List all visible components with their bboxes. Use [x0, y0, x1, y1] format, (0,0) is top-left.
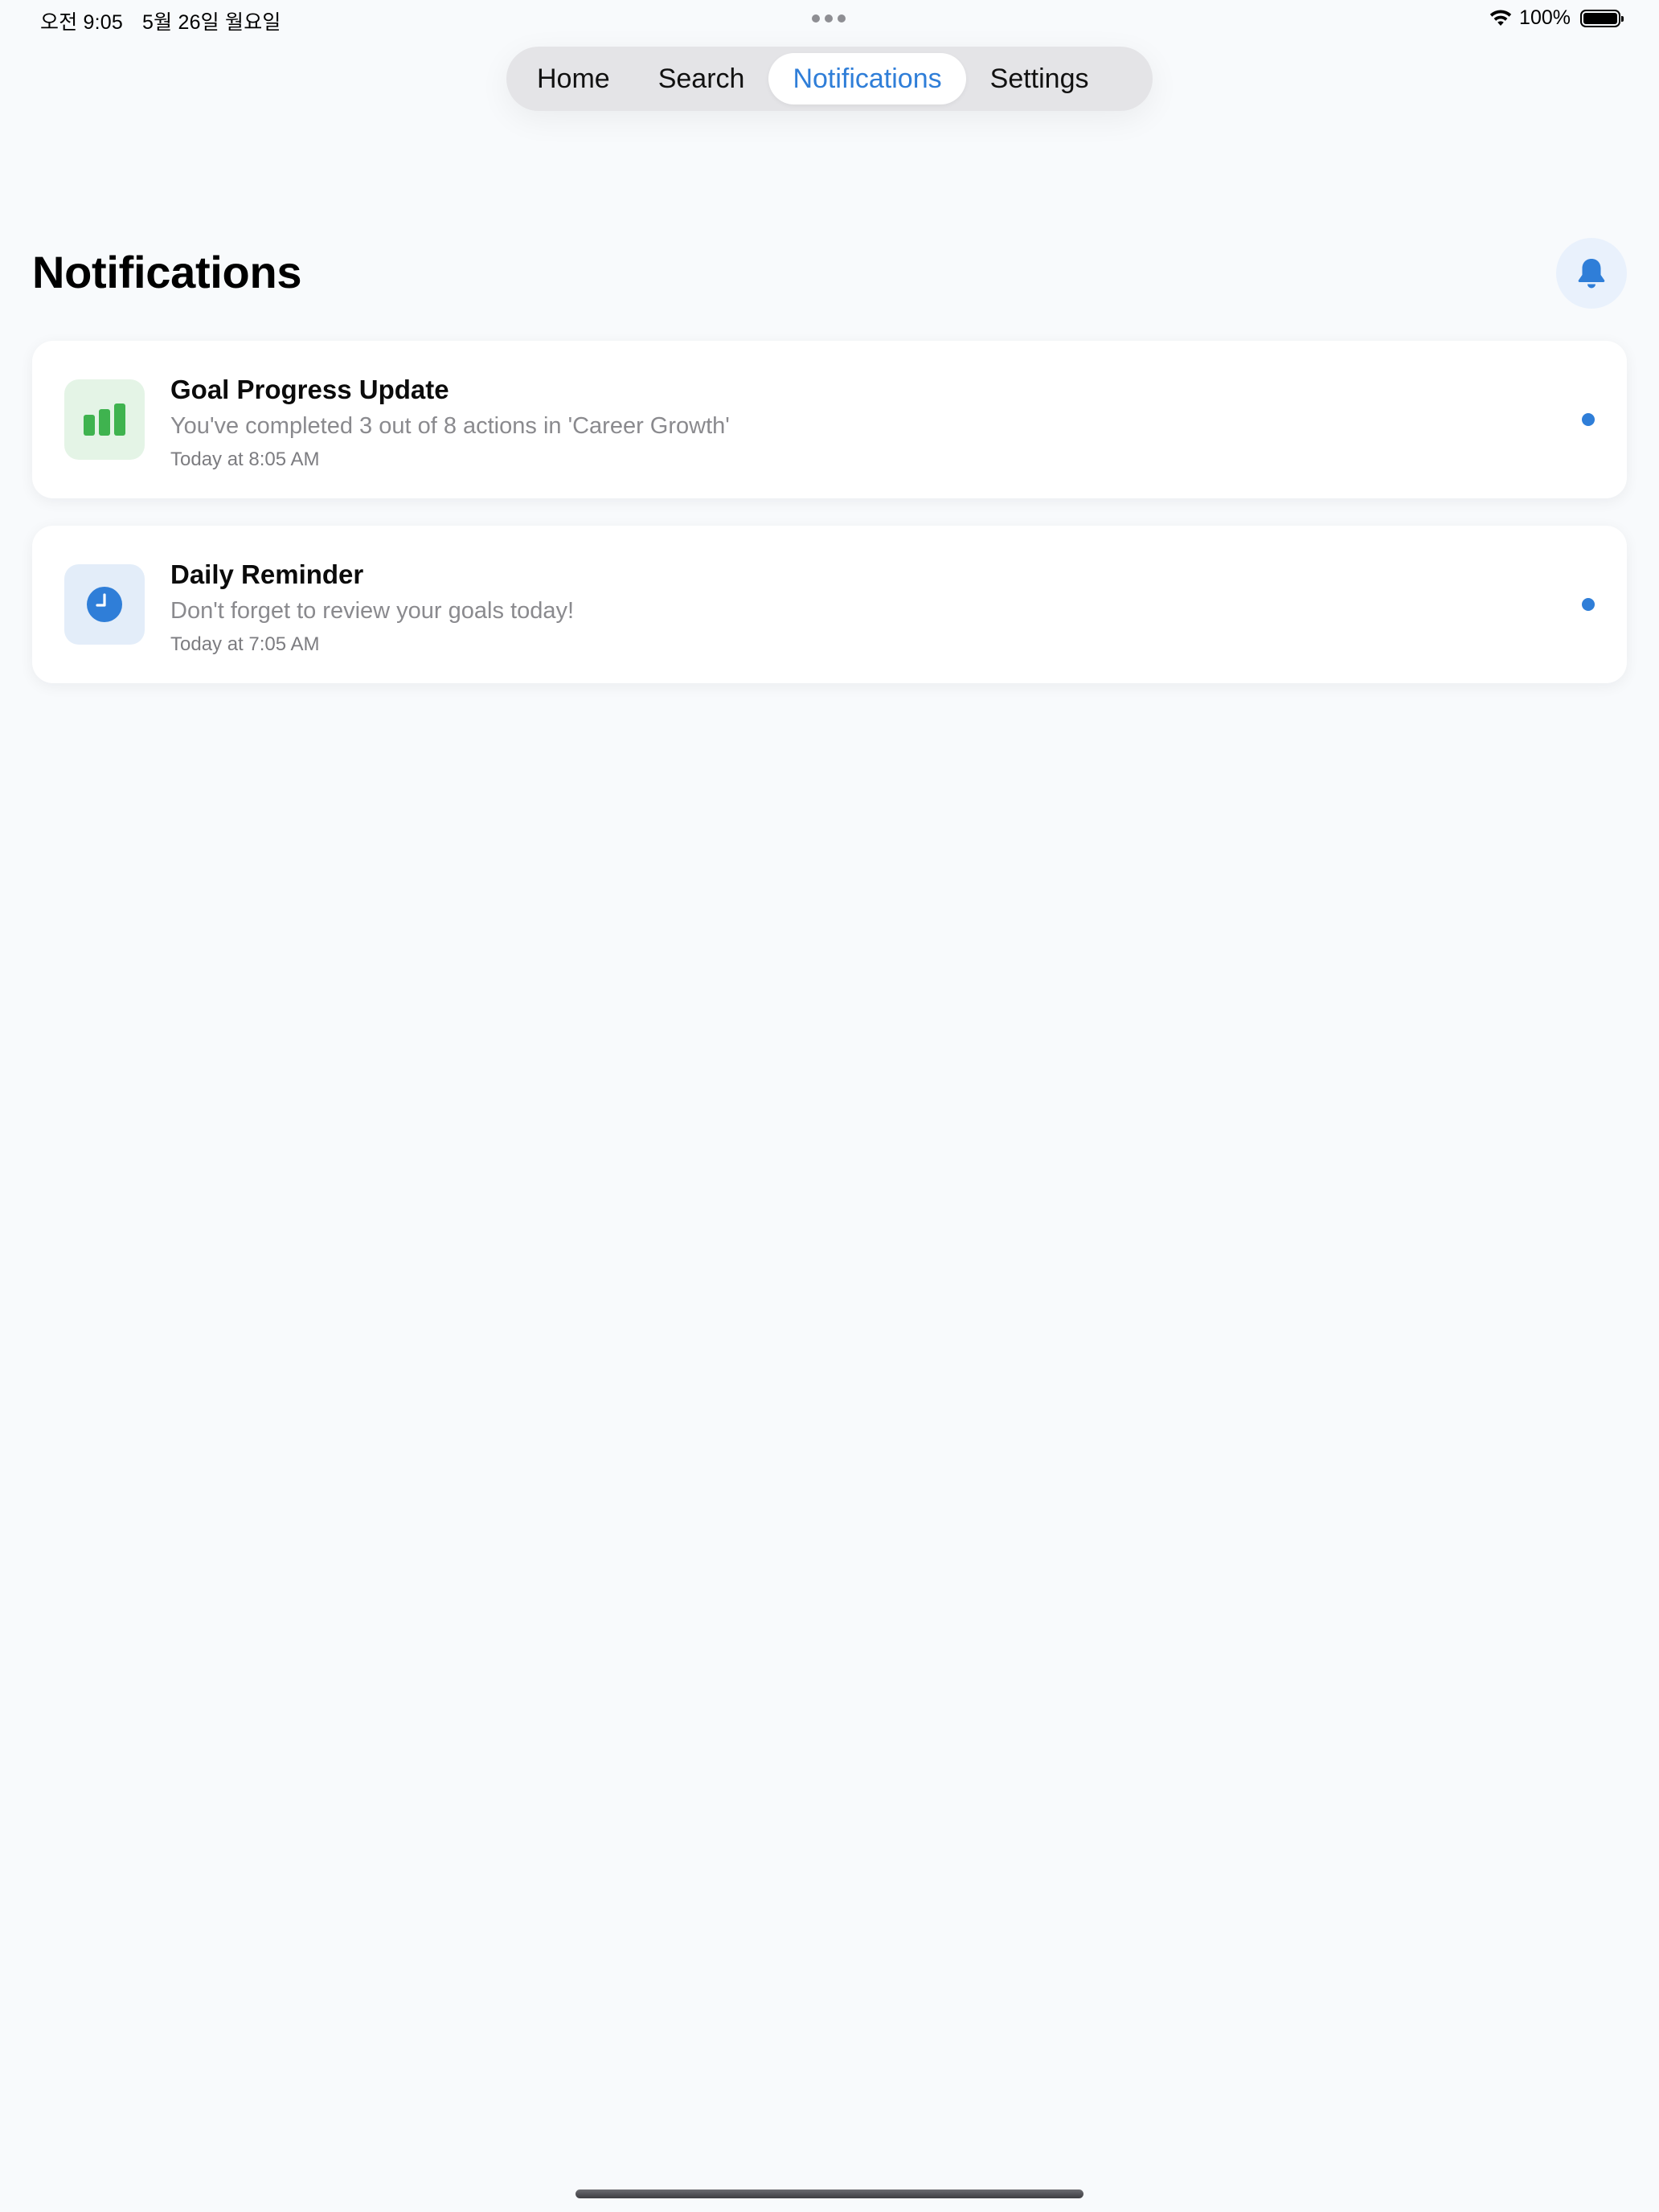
tab-search[interactable]: Search — [634, 53, 769, 104]
status-bar: 오전 9:05 5월 26일 월요일 100% — [0, 0, 1659, 39]
unread-indicator — [1582, 413, 1595, 426]
bell-button[interactable] — [1556, 238, 1627, 309]
battery-icon — [1580, 9, 1624, 27]
notification-card-goal-progress[interactable]: Goal Progress Update You've completed 3 … — [32, 341, 1627, 498]
notification-title: Daily Reminder — [170, 559, 364, 589]
unread-indicator — [1582, 598, 1595, 611]
page-title: Notifications — [32, 247, 302, 297]
status-left: 오전 9:05 5월 26일 월요일 — [40, 6, 281, 35]
notification-time: Today at 7:05 AM — [170, 633, 320, 655]
notification-message: Don't forget to review your goals today! — [170, 598, 575, 624]
clock-icon — [87, 587, 122, 622]
notification-message: You've completed 3 out of 8 actions in '… — [170, 413, 730, 439]
tab-settings[interactable]: Settings — [966, 53, 1113, 104]
status-right: 100% — [1489, 6, 1624, 30]
multitasking-dots-icon[interactable] — [812, 14, 846, 23]
battery-percentage: 100% — [1519, 6, 1571, 29]
status-time: 오전 9:05 — [40, 11, 124, 34]
wifi-icon — [1489, 9, 1512, 26]
tab-notifications[interactable]: Notifications — [768, 53, 966, 104]
bar-chart-icon — [84, 403, 125, 436]
notification-icon-container — [64, 564, 145, 645]
top-tab-bar: Home Search Notifications Settings — [506, 47, 1153, 111]
notification-icon-container — [64, 379, 145, 460]
status-date: 5월 26일 월요일 — [142, 11, 281, 34]
home-indicator[interactable] — [576, 2189, 1083, 2198]
notification-card-daily-reminder[interactable]: Daily Reminder Don't forget to review yo… — [32, 526, 1627, 683]
tab-home[interactable]: Home — [513, 53, 634, 104]
notification-title: Goal Progress Update — [170, 375, 449, 404]
notification-time: Today at 8:05 AM — [170, 449, 320, 470]
bell-icon — [1578, 259, 1605, 289]
